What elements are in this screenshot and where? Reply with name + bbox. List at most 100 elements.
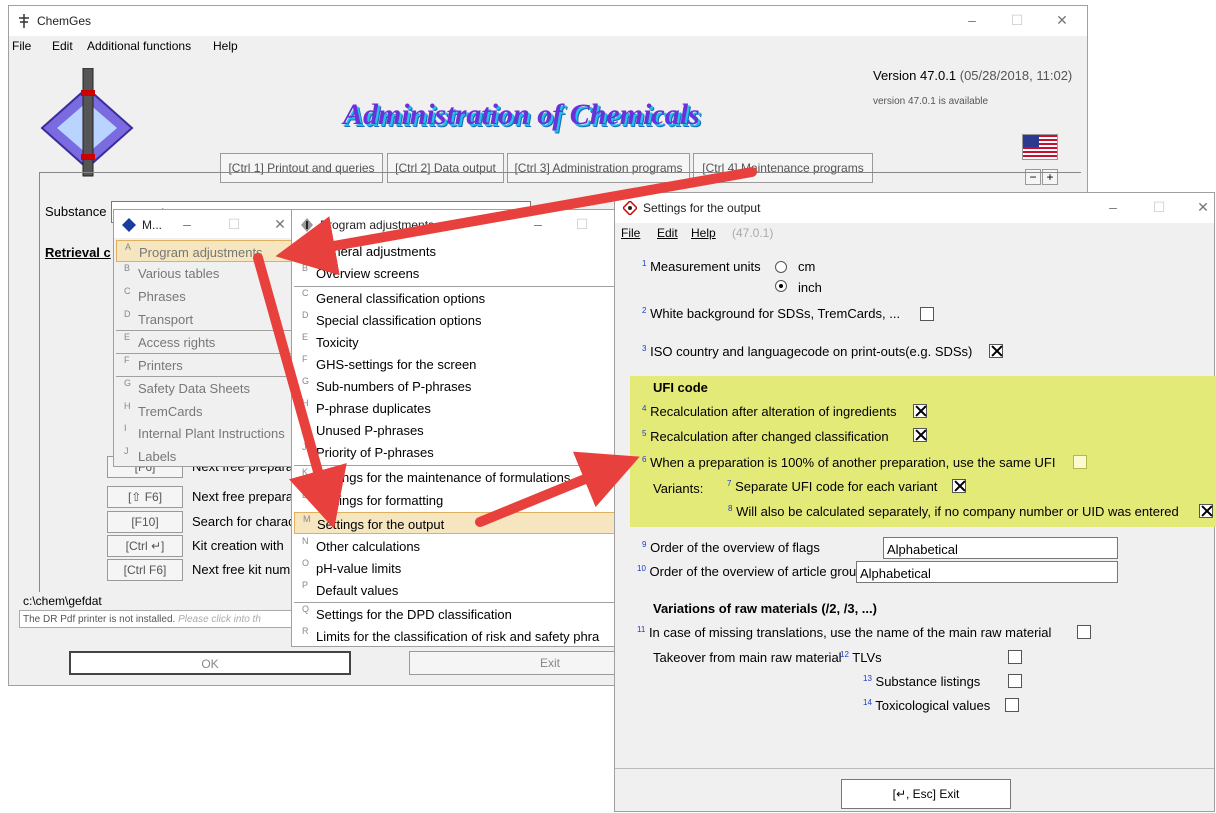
m-menu-maximize-button[interactable]: ☐ bbox=[226, 216, 242, 233]
settings-menu-edit[interactable]: Edit bbox=[657, 226, 678, 240]
toxicological-values-checkbox[interactable] bbox=[1005, 698, 1019, 712]
substance-listings-label: 13 Substance listings bbox=[863, 674, 981, 689]
m-menu-item-safety-data-sheets[interactable]: G Safety Data Sheets bbox=[116, 377, 295, 399]
shortcut-text: Search for charac bbox=[192, 514, 295, 529]
radio-inch[interactable] bbox=[775, 280, 787, 292]
settings-footer-divider bbox=[615, 768, 1214, 769]
m-menu-item-tremcards[interactable]: H TremCards bbox=[116, 400, 295, 422]
same-ufi-checkbox[interactable] bbox=[1073, 455, 1087, 469]
program-adjustments-window: Program adjustments – ☐ A General adjustm… bbox=[291, 209, 621, 647]
shortcut-key[interactable]: [F10] bbox=[107, 511, 183, 533]
m-menu-title-bar[interactable]: M... – ☐ ✕ bbox=[114, 210, 297, 238]
diamond-icon bbox=[122, 218, 136, 232]
settings-exit-button[interactable]: [↵, Esc] Exit bbox=[841, 779, 1011, 809]
retrieval-label: Retrieval c bbox=[45, 245, 111, 260]
pa-item-settings-for-the-output[interactable]: M Settings for the output bbox=[294, 512, 618, 534]
pa-item-maintenance-of-formulations[interactable]: K Settings for the maintenance of formula… bbox=[294, 466, 618, 488]
pa-item-ghs-settings[interactable]: F GHS-settings for the screen bbox=[294, 353, 618, 375]
substance-listings-checkbox[interactable] bbox=[1008, 674, 1022, 688]
settings-output-title: Settings for the output bbox=[643, 201, 761, 215]
measurement-units-label: 1 Measurement units bbox=[642, 259, 761, 274]
m-menu-close-button[interactable]: ✕ bbox=[272, 216, 288, 233]
m-menu-item-program-adjustments[interactable]: A Program adjustments bbox=[116, 240, 295, 262]
main-window-title: ChemGes bbox=[37, 14, 92, 28]
m-menu-item-printers[interactable]: F Printers bbox=[116, 354, 295, 376]
minimize-button[interactable]: – bbox=[964, 12, 980, 28]
radio-cm[interactable] bbox=[775, 261, 787, 273]
pa-item-general-adjustments[interactable]: A General adjustments bbox=[294, 240, 618, 262]
shortcut-key[interactable]: [⇧ F6] bbox=[107, 486, 183, 508]
close-button[interactable]: ✕ bbox=[1054, 12, 1070, 29]
tlvs-checkbox[interactable] bbox=[1008, 650, 1022, 664]
order-article-groups-label: 10 Order of the overview of article grou… bbox=[637, 564, 870, 579]
shortcut-text: Next free prepara bbox=[192, 489, 294, 504]
settings-menu-help[interactable]: Help bbox=[691, 226, 716, 240]
pa-item-dpd-classification[interactable]: Q Settings for the DPD classification bbox=[294, 603, 618, 625]
settings-close-button[interactable]: ✕ bbox=[1195, 199, 1211, 216]
separate-ufi-checkbox[interactable] bbox=[952, 479, 966, 493]
program-adjustments-minimize-button[interactable]: – bbox=[530, 216, 546, 232]
pa-item-general-classification-options[interactable]: C General classification options bbox=[294, 287, 618, 309]
order-flags-label: 9 Order of the overview of flags bbox=[642, 540, 820, 555]
radio-cm-label: cm bbox=[798, 259, 816, 274]
m-menu-item-various-tables[interactable]: B Various tables bbox=[116, 262, 295, 284]
shortcut-key[interactable]: [Ctrl F6] bbox=[107, 559, 183, 581]
recalc-ingredients-label: 4 Recalculation after alteration of ingr… bbox=[642, 404, 897, 419]
menu-help[interactable]: Help bbox=[213, 39, 238, 53]
m-menu-item-transport[interactable]: D Transport bbox=[116, 308, 295, 330]
main-title-bar[interactable]: ChemGes – ☐ ✕ bbox=[9, 6, 1087, 36]
maximize-button[interactable]: ☐ bbox=[1009, 12, 1025, 29]
chemges-app-icon bbox=[19, 14, 29, 28]
pa-item-toxicity[interactable]: E Toxicity bbox=[294, 331, 618, 353]
us-flag-icon[interactable] bbox=[1022, 134, 1058, 160]
order-flags-field[interactable]: Alphabetical bbox=[883, 537, 1118, 559]
pa-item-overview-screens[interactable]: B Overview screens bbox=[294, 262, 618, 284]
iso-code-checkbox[interactable] bbox=[989, 344, 1003, 358]
chemges-logo bbox=[40, 68, 134, 177]
menu-additional-functions[interactable]: Additional functions bbox=[87, 39, 191, 53]
pa-item-sub-numbers[interactable]: G Sub-numbers of P-phrases bbox=[294, 375, 618, 397]
same-ufi-label: 6 When a preparation is 100% of another … bbox=[642, 455, 1056, 470]
pa-item-special-classification-options[interactable]: D Special classification options bbox=[294, 309, 618, 331]
tlvs-label: 12 TLVs bbox=[840, 650, 882, 665]
white-background-label: 2 White background for SDSs, TremCards, … bbox=[642, 306, 901, 321]
recalc-classification-label: 5 Recalculation after changed classifica… bbox=[642, 429, 889, 444]
m-menu-item-access-rights[interactable]: E Access rights bbox=[116, 331, 295, 353]
white-background-checkbox[interactable] bbox=[920, 307, 934, 321]
missing-translations-checkbox[interactable] bbox=[1077, 625, 1091, 639]
settings-maximize-button[interactable]: ☐ bbox=[1151, 199, 1167, 216]
takeover-label: Takeover from main raw material bbox=[653, 650, 842, 665]
iso-code-label: 3 ISO country and languagecode on print-… bbox=[642, 344, 973, 359]
settings-output-title-bar[interactable]: Settings for the output – ☐ ✕ bbox=[615, 193, 1214, 223]
pa-item-risk-safety-limits[interactable]: R Limits for the classification of risk a… bbox=[294, 625, 618, 647]
separate-ufi-label: 7 Separate UFI code for each variant bbox=[727, 479, 938, 494]
settings-minimize-button[interactable]: – bbox=[1105, 199, 1121, 215]
pa-item-other-calculations[interactable]: N Other calculations bbox=[294, 535, 618, 557]
pa-item-default-values[interactable]: P Default values bbox=[294, 579, 618, 601]
menu-file[interactable]: File bbox=[12, 39, 31, 53]
substance-label: Substance bbox=[45, 204, 107, 219]
m-menu-item-labels[interactable]: J Labels bbox=[116, 445, 295, 467]
ok-button[interactable]: OK bbox=[69, 651, 351, 675]
pa-item-priority-p-phrases[interactable]: J Priority of P-phrases bbox=[294, 441, 618, 463]
calc-separately-checkbox[interactable] bbox=[1199, 504, 1213, 518]
settings-menu-file[interactable]: File bbox=[621, 226, 640, 240]
settings-menu-bar: File Edit Help (47.0.1) bbox=[615, 223, 1214, 243]
program-adjustments-maximize-button[interactable]: ☐ bbox=[574, 216, 590, 233]
recalc-ingredients-checkbox[interactable] bbox=[913, 404, 927, 418]
program-adjustments-title-bar[interactable]: Program adjustments – ☐ bbox=[292, 210, 620, 238]
pa-item-p-phrase-duplicates[interactable]: H P-phrase duplicates bbox=[294, 397, 618, 419]
pa-item-ph-value-limits[interactable]: OpH-value limits bbox=[294, 557, 618, 579]
recalc-classification-checkbox[interactable] bbox=[913, 428, 927, 442]
m-menu-window: M... – ☐ ✕ A Program adjustments B Variou… bbox=[113, 209, 298, 467]
order-article-groups-field[interactable]: Alphabetical bbox=[856, 561, 1118, 583]
m-menu-item-phrases[interactable]: C Phrases bbox=[116, 285, 295, 307]
data-path: c:\chem\gefdat bbox=[23, 594, 102, 608]
m-menu-minimize-button[interactable]: – bbox=[179, 216, 195, 232]
menu-edit[interactable]: Edit bbox=[52, 39, 73, 53]
radio-inch-label: inch bbox=[798, 280, 822, 295]
pa-item-formatting[interactable]: L Settings for formatting bbox=[294, 489, 618, 511]
shortcut-key[interactable]: [Ctrl ↵] bbox=[107, 535, 183, 557]
pa-item-unused-p-phrases[interactable]: I Unused P-phrases bbox=[294, 419, 618, 441]
m-menu-item-internal-plant-instructions[interactable]: I Internal Plant Instructions bbox=[116, 422, 295, 444]
